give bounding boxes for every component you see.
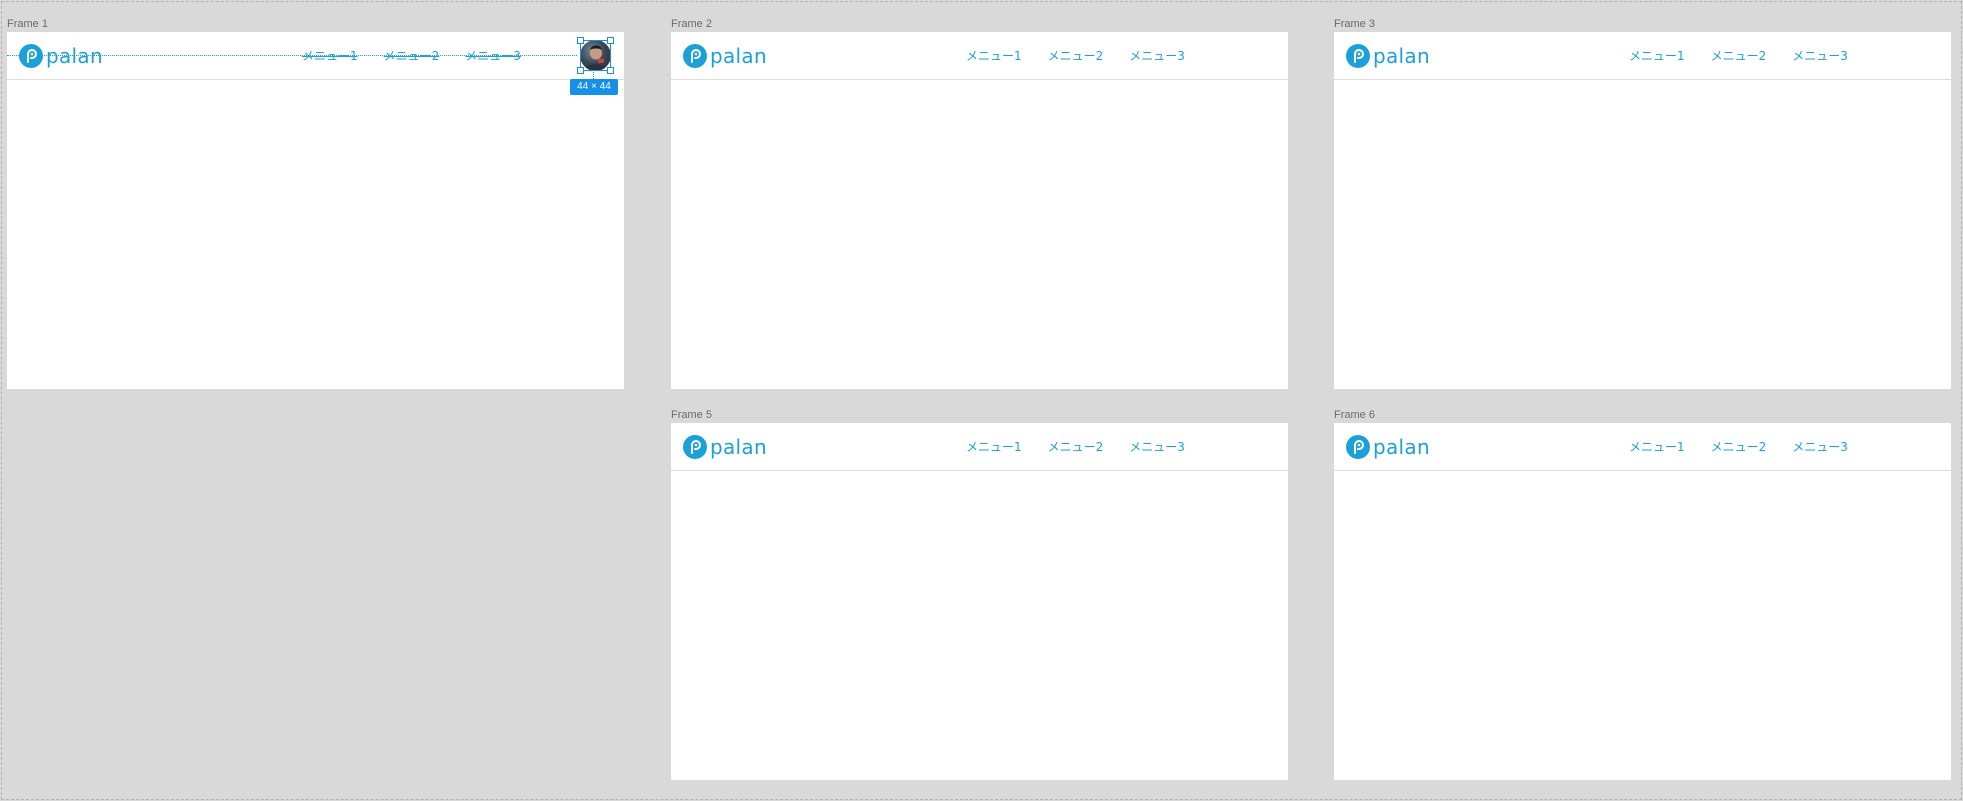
- nav-item-menu-2[interactable]: メニュー2: [1048, 439, 1104, 455]
- nav-menu: メニュー1 メニュー2 メニュー3: [966, 48, 1185, 64]
- nav-item-menu-1[interactable]: メニュー1: [302, 48, 358, 64]
- logo[interactable]: palan: [683, 435, 767, 459]
- palan-logo-icon: [1346, 435, 1370, 459]
- header: palan メニュー1 メニュー2 メニュー3: [7, 32, 624, 80]
- logo-text: palan: [46, 44, 103, 68]
- frame-6-label[interactable]: Frame 6: [1334, 408, 1375, 422]
- logo[interactable]: palan: [683, 44, 767, 68]
- selected-avatar[interactable]: [577, 37, 614, 74]
- logo-text: palan: [710, 435, 767, 459]
- nav-item-menu-3[interactable]: メニュー3: [1129, 48, 1185, 64]
- nav-item-menu-1[interactable]: メニュー1: [1629, 48, 1685, 64]
- resize-handle-top-left[interactable]: [577, 37, 584, 44]
- frame-2[interactable]: palan メニュー1 メニュー2 メニュー3: [671, 32, 1288, 389]
- nav-item-menu-2[interactable]: メニュー2: [1711, 48, 1767, 64]
- header: palan メニュー1 メニュー2 メニュー3: [671, 32, 1288, 80]
- palan-logo-icon: [683, 435, 707, 459]
- nav-menu: メニュー1 メニュー2 メニュー3: [966, 439, 1185, 455]
- logo-text: palan: [1373, 435, 1430, 459]
- nav-item-menu-3[interactable]: メニュー3: [1792, 48, 1848, 64]
- nav-menu: メニュー1 メニュー2 メニュー3: [1629, 48, 1848, 64]
- frame-5[interactable]: palan メニュー1 メニュー2 メニュー3: [671, 423, 1288, 780]
- frame-5-label[interactable]: Frame 5: [671, 408, 712, 422]
- palan-logo-icon: [1346, 44, 1370, 68]
- selection-size-badge: 44 × 44: [570, 79, 618, 95]
- header: palan メニュー1 メニュー2 メニュー3: [1334, 32, 1951, 80]
- nav-item-menu-2[interactable]: メニュー2: [1711, 439, 1767, 455]
- nav-item-menu-3[interactable]: メニュー3: [465, 48, 521, 64]
- resize-handle-bottom-right[interactable]: [607, 67, 614, 74]
- palan-logo-icon: [683, 44, 707, 68]
- nav-menu: メニュー1 メニュー2 メニュー3: [302, 48, 521, 64]
- nav-item-menu-3[interactable]: メニュー3: [1129, 439, 1185, 455]
- nav-item-menu-1[interactable]: メニュー1: [966, 48, 1022, 64]
- nav-item-menu-1[interactable]: メニュー1: [966, 439, 1022, 455]
- nav-item-menu-1[interactable]: メニュー1: [1629, 439, 1685, 455]
- nav-item-menu-2[interactable]: メニュー2: [1048, 48, 1104, 64]
- frame-3-label[interactable]: Frame 3: [1334, 17, 1375, 31]
- frame-3[interactable]: palan メニュー1 メニュー2 メニュー3: [1334, 32, 1951, 389]
- header: palan メニュー1 メニュー2 メニュー3: [1334, 423, 1951, 471]
- header: palan メニュー1 メニュー2 メニュー3: [671, 423, 1288, 471]
- design-canvas[interactable]: Frame 1 palan メニュー1 メニュー2 メニュー3 44 × 44 …: [0, 0, 1963, 801]
- logo-text: palan: [1373, 44, 1430, 68]
- nav-menu: メニュー1 メニュー2 メニュー3: [1629, 439, 1848, 455]
- frame-1-label[interactable]: Frame 1: [7, 17, 48, 31]
- resize-handle-top-right[interactable]: [607, 37, 614, 44]
- frame-6[interactable]: palan メニュー1 メニュー2 メニュー3: [1334, 423, 1951, 780]
- palan-logo-icon: [19, 44, 43, 68]
- logo[interactable]: palan: [1346, 44, 1430, 68]
- resize-handle-bottom-left[interactable]: [577, 67, 584, 74]
- nav-item-menu-2[interactable]: メニュー2: [384, 48, 440, 64]
- frame-2-label[interactable]: Frame 2: [671, 17, 712, 31]
- logo-text: palan: [710, 44, 767, 68]
- frame-1[interactable]: palan メニュー1 メニュー2 メニュー3: [7, 32, 624, 389]
- logo[interactable]: palan: [19, 44, 103, 68]
- nav-item-menu-3[interactable]: メニュー3: [1792, 439, 1848, 455]
- logo[interactable]: palan: [1346, 435, 1430, 459]
